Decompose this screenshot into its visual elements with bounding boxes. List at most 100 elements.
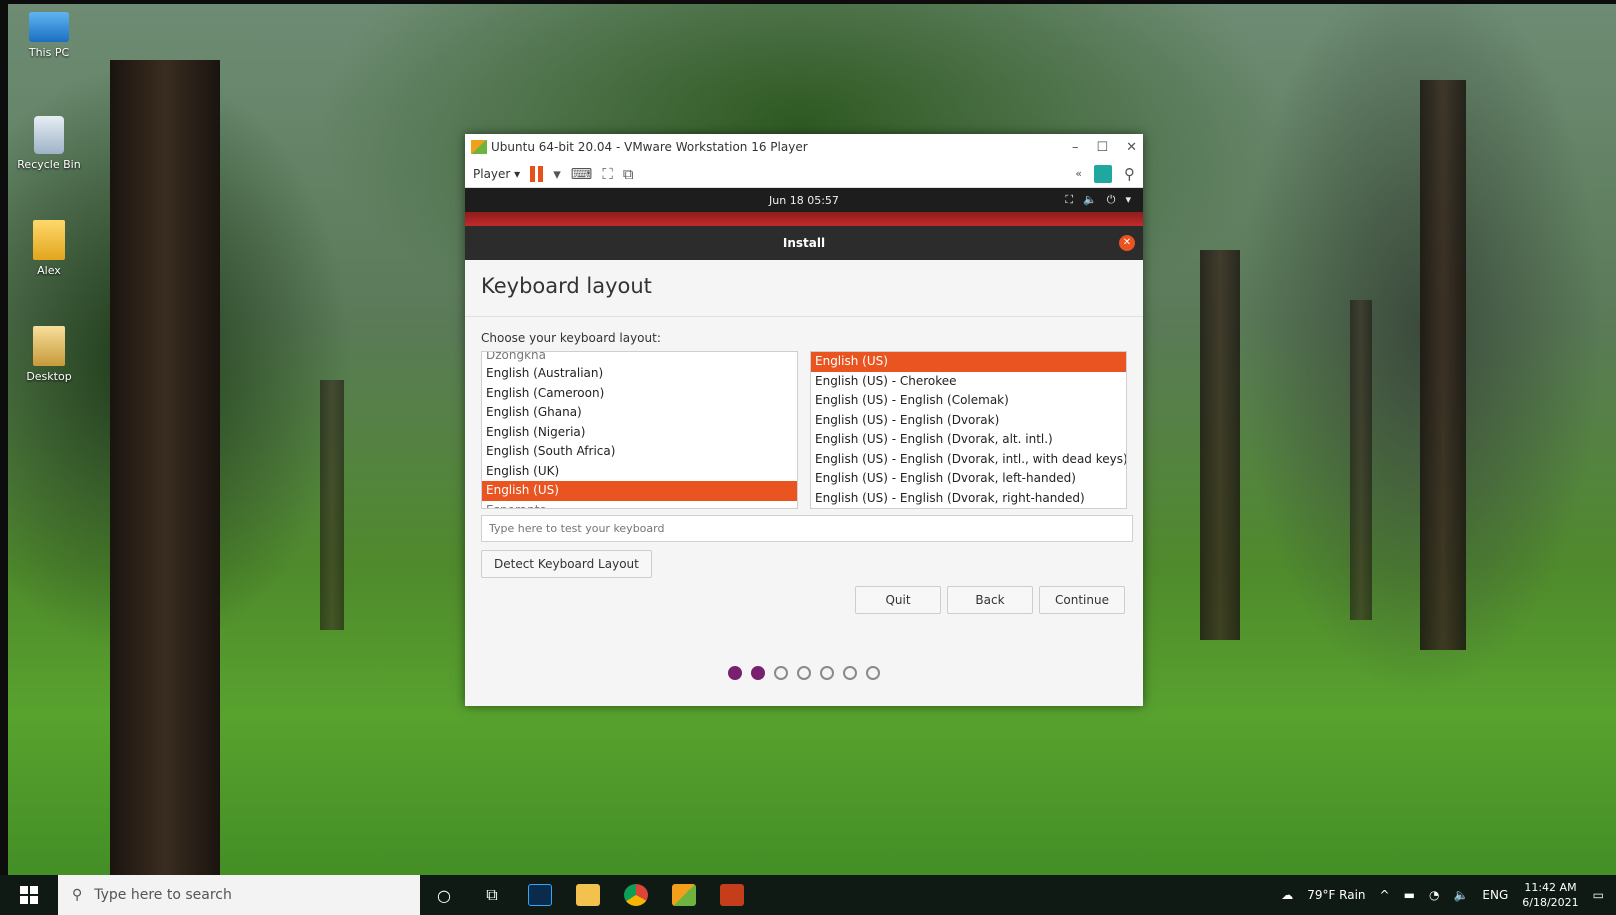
page-title: Keyboard layout xyxy=(481,274,652,298)
installer-accent-stripe xyxy=(465,212,1143,226)
volume-icon[interactable]: 🔈 xyxy=(1083,193,1097,207)
maximize-icon[interactable]: ☐ xyxy=(1096,140,1108,155)
list-item-selected[interactable]: English (US) xyxy=(811,352,1126,372)
progress-dot xyxy=(774,666,788,680)
ubuntu-clock[interactable]: Jun 18 05:57 xyxy=(769,194,839,207)
desktop-icon-label: Desktop xyxy=(26,370,72,383)
taskbar-clock[interactable]: 11:42 AM 6/18/2021 xyxy=(1522,880,1578,910)
weather-icon[interactable]: ☁ xyxy=(1281,888,1293,902)
installer-content: Keyboard layout Choose your keyboard lay… xyxy=(465,260,1143,706)
task-view-icon[interactable]: ⧉ xyxy=(468,875,516,915)
desktop-icon-this-pc[interactable]: This PC xyxy=(14,12,84,59)
chevron-down-icon[interactable]: ▾ xyxy=(553,165,561,183)
power-icon[interactable]: ⏻ xyxy=(1107,193,1116,207)
list-item[interactable]: English (US) - English (Dvorak, alt. int… xyxy=(811,430,1126,450)
language-indicator[interactable]: ENG xyxy=(1482,888,1508,902)
taskbar-search[interactable]: ⚲ Type here to search xyxy=(58,875,420,915)
window-title: Ubuntu 64-bit 20.04 - VMware Workstation… xyxy=(491,140,808,154)
minimize-icon[interactable]: – xyxy=(1072,140,1079,155)
desktop-icon-label: This PC xyxy=(28,46,70,59)
wifi-icon[interactable]: ◔ xyxy=(1429,888,1439,902)
search-placeholder: Type here to search xyxy=(94,887,232,903)
list-item[interactable]: English (Ghana) xyxy=(482,403,797,423)
cortana-icon[interactable]: ○ xyxy=(420,875,468,915)
powerpoint-app-icon[interactable] xyxy=(708,875,756,915)
desktop-icon-recycle-bin[interactable]: Recycle Bin xyxy=(14,116,84,171)
taskbar: ⚲ Type here to search ○ ⧉ ☁ 79°F Rain ^ … xyxy=(0,875,1616,915)
list-item[interactable]: English (US) - English (Dvorak, left-han… xyxy=(811,469,1126,489)
ubuntu-top-bar: Jun 18 05:57 ⛶ 🔈 ⏻ ▾ xyxy=(465,188,1143,212)
network-icon[interactable]: ⛶ xyxy=(1065,193,1073,207)
vmware-window: Ubuntu 64-bit 20.04 - VMware Workstation… xyxy=(465,134,1143,706)
recycle-bin-icon xyxy=(34,116,64,154)
progress-dot xyxy=(866,666,880,680)
full-screen-icon[interactable]: ⧉ xyxy=(623,165,634,183)
list-item-partial[interactable]: Esperanto xyxy=(482,501,797,509)
quit-button[interactable]: Quit xyxy=(855,586,941,614)
send-ctrl-alt-del-icon[interactable]: ⌨ xyxy=(571,165,593,183)
progress-dot-complete xyxy=(751,666,765,680)
computer-icon xyxy=(29,12,69,42)
clock-date: 6/18/2021 xyxy=(1522,896,1579,909)
list-item[interactable]: English (US) - Cherokee xyxy=(811,372,1126,392)
back-button[interactable]: Back xyxy=(947,586,1033,614)
progress-dot xyxy=(797,666,811,680)
desktop-icon-alex[interactable]: Alex xyxy=(14,220,84,277)
continue-button[interactable]: Continue xyxy=(1039,586,1125,614)
list-item-selected[interactable]: English (US) xyxy=(482,481,797,501)
progress-dot-complete xyxy=(728,666,742,680)
installer-title: Install xyxy=(782,236,826,250)
vmware-app-icon[interactable] xyxy=(660,875,708,915)
player-menu[interactable]: Player ▾ xyxy=(473,167,520,181)
windows-logo-icon xyxy=(20,886,38,904)
pause-icon[interactable] xyxy=(530,165,544,182)
list-item[interactable]: English (Australian) xyxy=(482,364,797,384)
search-icon: ⚲ xyxy=(72,887,83,903)
keyboard-test-input[interactable] xyxy=(481,515,1133,542)
system-tray: ☁ 79°F Rain ^ ▬ ◔ 🔈 ENG 11:42 AM 6/18/20… xyxy=(1281,880,1616,910)
close-icon[interactable]: ✕ xyxy=(1126,140,1137,155)
collapse-toolbar-icon[interactable]: « xyxy=(1075,167,1082,180)
detect-keyboard-layout-button[interactable]: Detect Keyboard Layout xyxy=(481,550,652,578)
keyboard-variant-list[interactable]: English (US) English (US) - Cherokee Eng… xyxy=(810,351,1127,509)
list-item[interactable]: English (US) - English (Dvorak, right-ha… xyxy=(811,489,1126,509)
clock-time: 11:42 AM xyxy=(1524,881,1577,894)
usb-device-icon[interactable]: ⚲ xyxy=(1124,165,1135,183)
list-item[interactable]: English (Cameroon) xyxy=(482,384,797,404)
divider xyxy=(465,316,1143,317)
list-item[interactable]: English (South Africa) xyxy=(482,442,797,462)
chevron-up-icon[interactable]: ^ xyxy=(1380,888,1390,902)
weather-text[interactable]: 79°F Rain xyxy=(1307,888,1365,902)
desktop-icon-label: Recycle Bin xyxy=(17,158,81,171)
folder-icon xyxy=(33,326,65,366)
notification-icon[interactable]: ▭ xyxy=(1593,888,1604,902)
close-icon[interactable]: ✕ xyxy=(1119,235,1135,251)
file-explorer-icon[interactable] xyxy=(564,875,612,915)
desktop-icon-label: Alex xyxy=(37,264,61,277)
chrome-icon[interactable] xyxy=(612,875,660,915)
unity-icon[interactable] xyxy=(1094,164,1112,183)
progress-dot xyxy=(820,666,834,680)
list-item[interactable]: English (US) - English (Dvorak) xyxy=(811,411,1126,431)
keyboard-layout-list[interactable]: Dzongkha English (Australian) English (C… xyxy=(481,351,798,509)
list-item[interactable]: English (Nigeria) xyxy=(482,423,797,443)
choose-layout-label: Choose your keyboard layout: xyxy=(481,331,661,345)
vmware-titlebar[interactable]: Ubuntu 64-bit 20.04 - VMware Workstation… xyxy=(465,134,1143,160)
volume-icon[interactable]: 🔈 xyxy=(1453,888,1468,902)
chevron-down-icon[interactable]: ▾ xyxy=(1125,193,1131,207)
list-item[interactable]: English (US) - English (Colemak) xyxy=(811,391,1126,411)
photoshop-app-icon[interactable] xyxy=(516,875,564,915)
progress-dot xyxy=(843,666,857,680)
installer-titlebar: Install ✕ xyxy=(465,226,1143,260)
user-folder-icon xyxy=(33,220,65,260)
list-item[interactable]: English (UK) xyxy=(482,462,797,482)
installer-progress-dots xyxy=(465,666,1143,680)
start-button[interactable] xyxy=(0,875,58,915)
vmware-logo-icon xyxy=(471,140,487,154)
list-item[interactable]: English (US) - English (Dvorak, intl., w… xyxy=(811,450,1126,470)
list-item-partial[interactable]: Dzongkha xyxy=(482,352,797,364)
battery-icon[interactable]: ▬ xyxy=(1404,888,1415,902)
desktop-icon-desktop[interactable]: Desktop xyxy=(14,326,84,383)
vmware-toolbar: Player ▾ ▾ ⌨ ⛶ ⧉ « ⚲ xyxy=(465,160,1143,188)
fit-guest-icon[interactable]: ⛶ xyxy=(602,165,613,183)
